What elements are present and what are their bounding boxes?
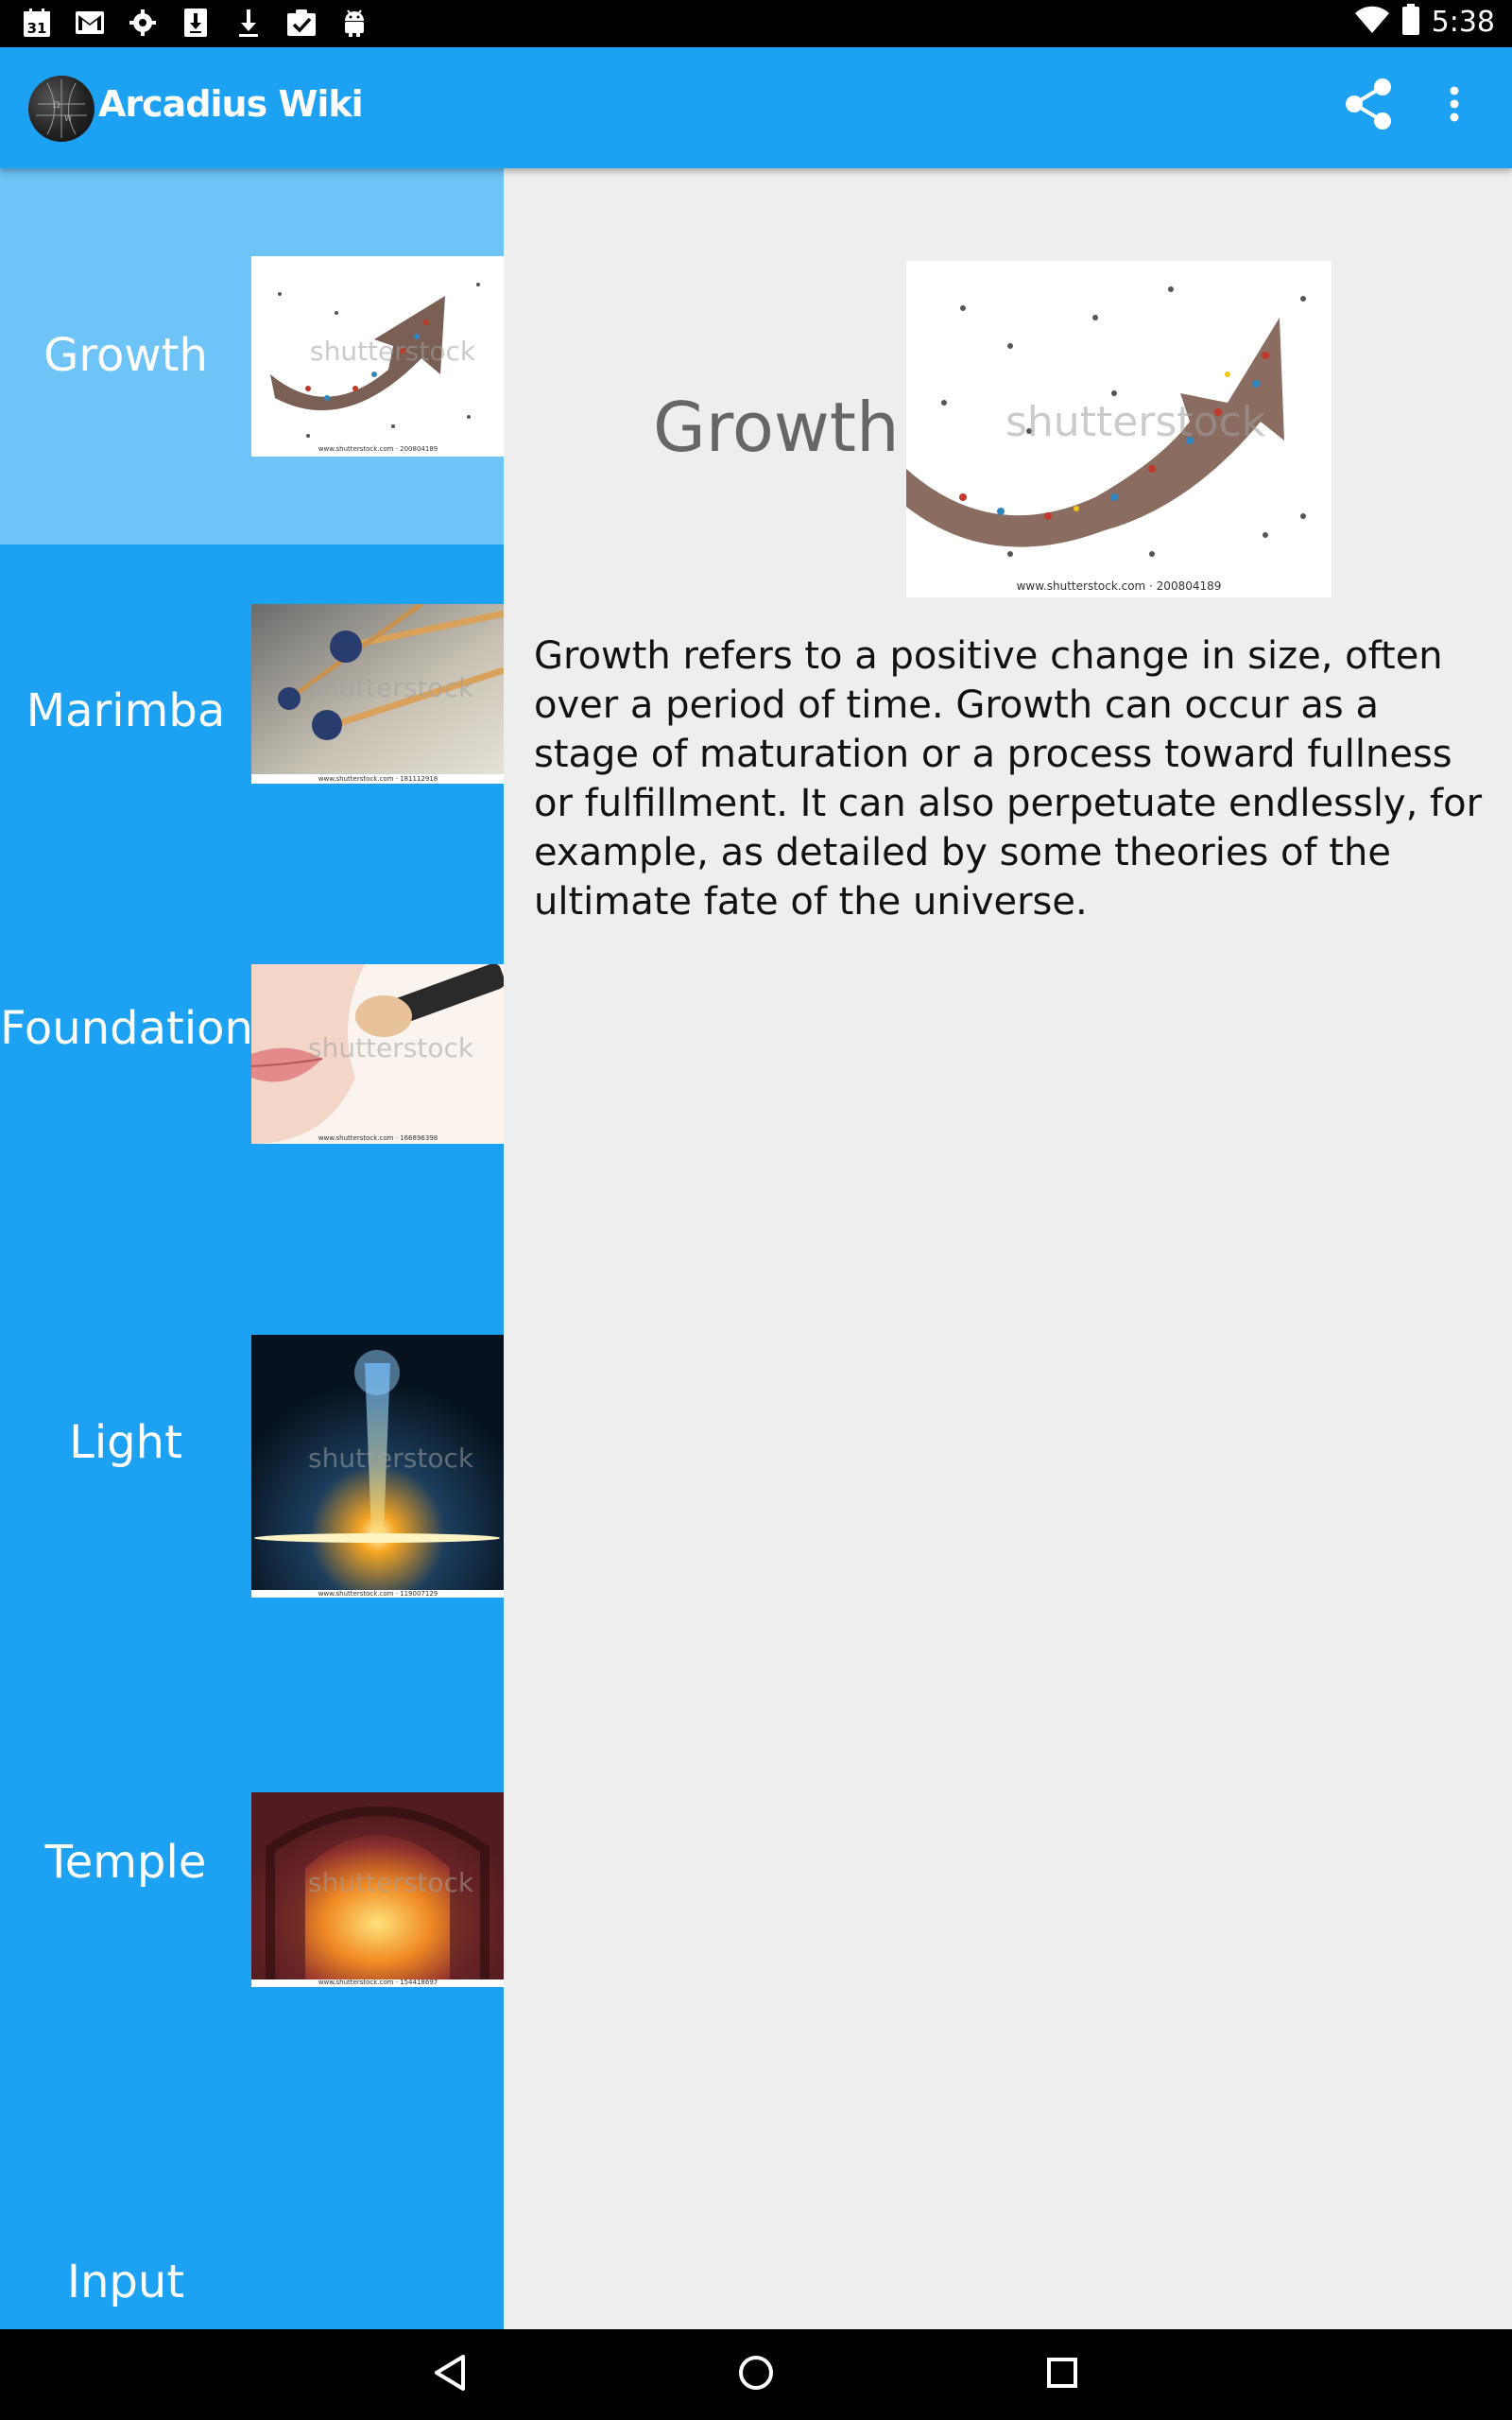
light-thumbnail: shutterstock www.shutterstock.com · 1190…: [251, 1335, 504, 1598]
thumbnail-watermark: shutterstock: [308, 1867, 474, 1898]
recents-button[interactable]: [1034, 2346, 1091, 2403]
android-icon: [338, 6, 370, 40]
growth-thumbnail: shutterstock www.shutterstock.com · 2008…: [251, 256, 504, 457]
svg-text:W: W: [64, 114, 73, 123]
thumbnail-caption: www.shutterstock.com · 154418697: [318, 1979, 438, 1986]
thumbnail-watermark: shutterstock: [308, 672, 474, 703]
list-item-label: Temple: [44, 1836, 207, 1889]
thumbnail-caption: www.shutterstock.com · 166896398: [318, 1134, 438, 1142]
status-bar: 31 5:38: [0, 0, 1512, 47]
share-button[interactable]: [1338, 76, 1399, 136]
list-item-growth[interactable]: Growth shutterstock www.shutterstock.com…: [0, 168, 504, 544]
thumbnail-caption: www.shutterstock.com · 119007129: [318, 1590, 438, 1598]
thumbnail-caption: www.shutterstock.com · 200804189: [318, 445, 438, 453]
settings-notification-icon: [127, 6, 159, 40]
list-item-input[interactable]: Input shutterstock: [0, 2049, 504, 2329]
wifi-icon: [1354, 6, 1390, 38]
download-arrow-icon: [232, 6, 265, 40]
list-item-label: Input: [66, 2256, 185, 2308]
back-triangle-icon: [433, 2354, 467, 2395]
notification-icons: 31: [21, 6, 370, 40]
back-button[interactable]: [421, 2346, 478, 2403]
article-body: Growth refers to a positive change in si…: [534, 634, 1483, 924]
more-vert-icon: [1449, 85, 1460, 127]
thumbnail-watermark: shutterstock: [308, 1443, 474, 1474]
list-item-foundation[interactable]: Foundation shutterstock www.shutterstock…: [0, 856, 504, 1195]
list-item-label: Foundation: [0, 1002, 253, 1055]
navigation-bar: [0, 2329, 1512, 2420]
recents-square-icon: [1046, 2357, 1078, 2393]
article-title: Growth: [653, 388, 900, 467]
list-item-label: Growth: [43, 329, 208, 382]
calendar-day-number: 31: [27, 20, 47, 37]
app-bar: Ω W Arcadius Wiki: [0, 47, 1512, 168]
thumbnail-watermark: shutterstock: [310, 336, 476, 367]
clock: 5:38: [1431, 5, 1495, 39]
home-button[interactable]: [728, 2346, 784, 2403]
app-title: Arcadius Wiki: [98, 83, 364, 125]
home-circle-icon: [737, 2354, 775, 2395]
image-watermark: shutterstock: [1005, 398, 1266, 446]
list-item-label: Marimba: [26, 684, 226, 737]
article-detail: Growth shutterstock www.shutterstock.com…: [504, 168, 1512, 2329]
battery-icon: [1401, 4, 1420, 40]
list-item-marimba[interactable]: Marimba shutterstock www.shutterstock.co…: [0, 544, 504, 856]
gmail-icon: [74, 6, 106, 40]
temple-thumbnail: shutterstock www.shutterstock.com · 1544…: [251, 1792, 504, 1987]
download-icon: [180, 6, 212, 40]
list-item-label: Light: [69, 1416, 182, 1469]
image-caption: www.shutterstock.com · 200804189: [1017, 579, 1222, 593]
article-image: shutterstock www.shutterstock.com · 2008…: [906, 261, 1332, 597]
share-icon: [1343, 78, 1394, 134]
wikipedia-globe-icon: Ω W: [28, 76, 94, 142]
marimba-thumbnail: shutterstock www.shutterstock.com · 1811…: [251, 604, 504, 784]
list-item-temple[interactable]: Temple shutterstock www.shutterstock.com…: [0, 1652, 504, 2049]
thumbnail-watermark: shutterstock: [308, 1032, 474, 1063]
svg-text:Ω: Ω: [53, 101, 60, 111]
clipboard-check-icon: [285, 6, 318, 40]
thumbnail-caption: www.shutterstock.com · 181112918: [318, 775, 438, 783]
more-options-button[interactable]: [1429, 76, 1480, 136]
calendar-icon: 31: [21, 6, 53, 40]
list-item-light[interactable]: Light shutterstock www.shutterstock.com …: [0, 1195, 504, 1652]
system-status: 5:38: [1354, 4, 1495, 40]
topic-list[interactable]: Growth shutterstock www.shutterstock.com…: [0, 168, 504, 2329]
foundation-thumbnail: shutterstock www.shutterstock.com · 1668…: [251, 964, 504, 1144]
